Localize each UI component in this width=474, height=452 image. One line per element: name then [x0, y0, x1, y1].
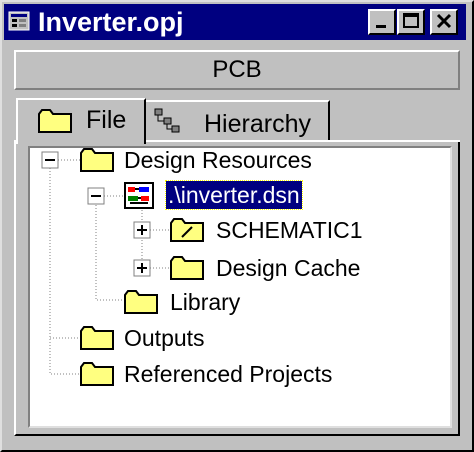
design-file-icon	[124, 182, 154, 209]
folder-icon	[38, 109, 72, 133]
tab-strip-line	[146, 140, 460, 142]
folder-icon	[170, 256, 204, 280]
hierarchy-icon	[154, 108, 180, 133]
title-bar[interactable]: Inverter.opj	[4, 4, 466, 40]
tree-item-design-cache[interactable]: Design Cache	[216, 254, 360, 282]
folder-icon	[124, 290, 158, 314]
close-icon	[436, 13, 452, 29]
tree-item-schematic1[interactable]: SCHEMATIC1	[216, 216, 363, 244]
window-title: Inverter.opj	[38, 7, 184, 37]
minimize-button[interactable]	[368, 9, 396, 35]
tab-file-label: File	[86, 106, 127, 134]
maximize-button[interactable]	[397, 9, 425, 35]
tree-item-library[interactable]: Library	[170, 288, 240, 316]
minimize-icon	[376, 25, 386, 28]
folder-icon	[80, 148, 114, 172]
tab-hierarchy[interactable]: Hierarchy	[146, 100, 330, 140]
schematic-folder-icon	[170, 218, 204, 242]
tree-item-referenced-projects[interactable]: Referenced Projects	[124, 360, 332, 388]
tree-item-design-resources[interactable]: Design Resources	[124, 148, 312, 174]
pcb-button[interactable]: PCB	[14, 50, 460, 90]
maximize-icon	[403, 13, 419, 28]
tab-hierarchy-label: Hierarchy	[204, 110, 311, 138]
close-button[interactable]	[430, 9, 458, 35]
project-tree[interactable]: Design Resources .\inverter.dsn SCHEMATI…	[28, 146, 452, 428]
tab-file[interactable]: File	[16, 98, 146, 144]
folder-icon	[80, 362, 114, 386]
tree-item-inverter-dsn[interactable]: .\inverter.dsn	[165, 180, 303, 210]
project-icon	[8, 11, 30, 31]
folder-icon	[80, 326, 114, 350]
tree-item-outputs[interactable]: Outputs	[124, 324, 205, 352]
